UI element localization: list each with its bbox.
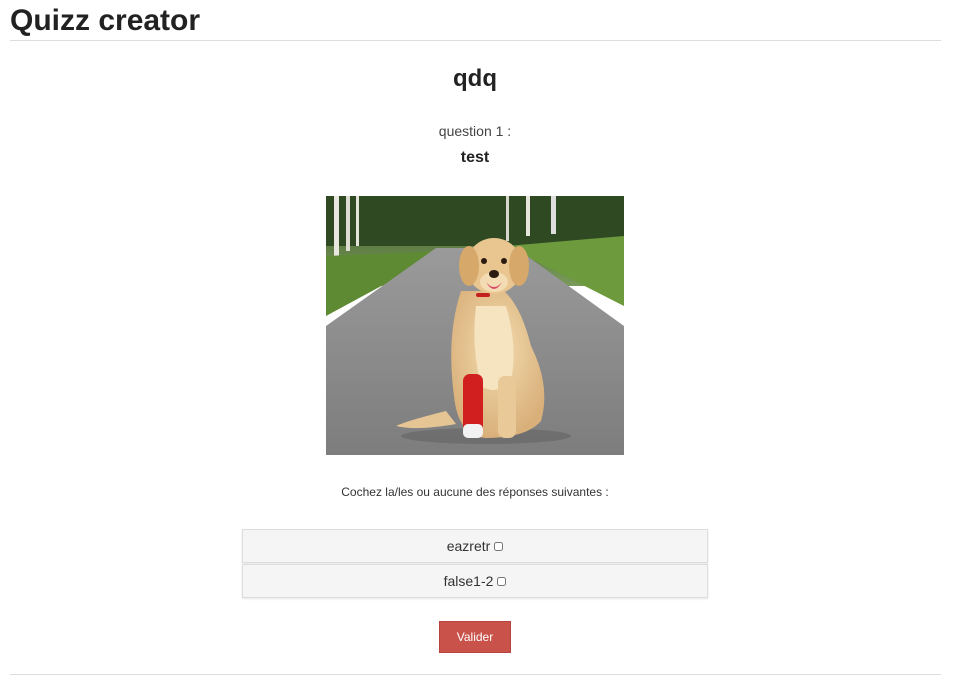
answer-instructions: Cochez la/les ou aucune des réponses sui… [341, 485, 609, 499]
quiz-title: qdq [453, 65, 497, 92]
answer-option-1-label: eazretr [446, 538, 491, 554]
header-divider [10, 40, 941, 41]
answer-list: eazretr false1-2 [242, 529, 708, 598]
answer-option-2[interactable]: false1-2 [242, 564, 708, 598]
submit-button[interactable]: Valider [439, 621, 511, 653]
dog-photo-illustration [326, 196, 624, 455]
footer-divider [10, 674, 941, 675]
question-number: question 1 : [438, 123, 512, 139]
answer-option-2-label: false1-2 [443, 573, 494, 589]
answer-option-2-checkbox[interactable] [497, 576, 507, 586]
page: Quizz creator qdq question 1 : test Coch… [0, 0, 956, 688]
answer-option-1-checkbox[interactable] [494, 541, 504, 551]
question-text: test [460, 149, 490, 166]
answer-option-2-label-wrapper[interactable]: false1-2 [444, 573, 507, 589]
answer-option-1[interactable]: eazretr [242, 529, 708, 563]
app-title: Quizz creator [10, 4, 201, 37]
question-image [326, 196, 624, 455]
answer-option-1-label-wrapper[interactable]: eazretr [447, 538, 504, 554]
